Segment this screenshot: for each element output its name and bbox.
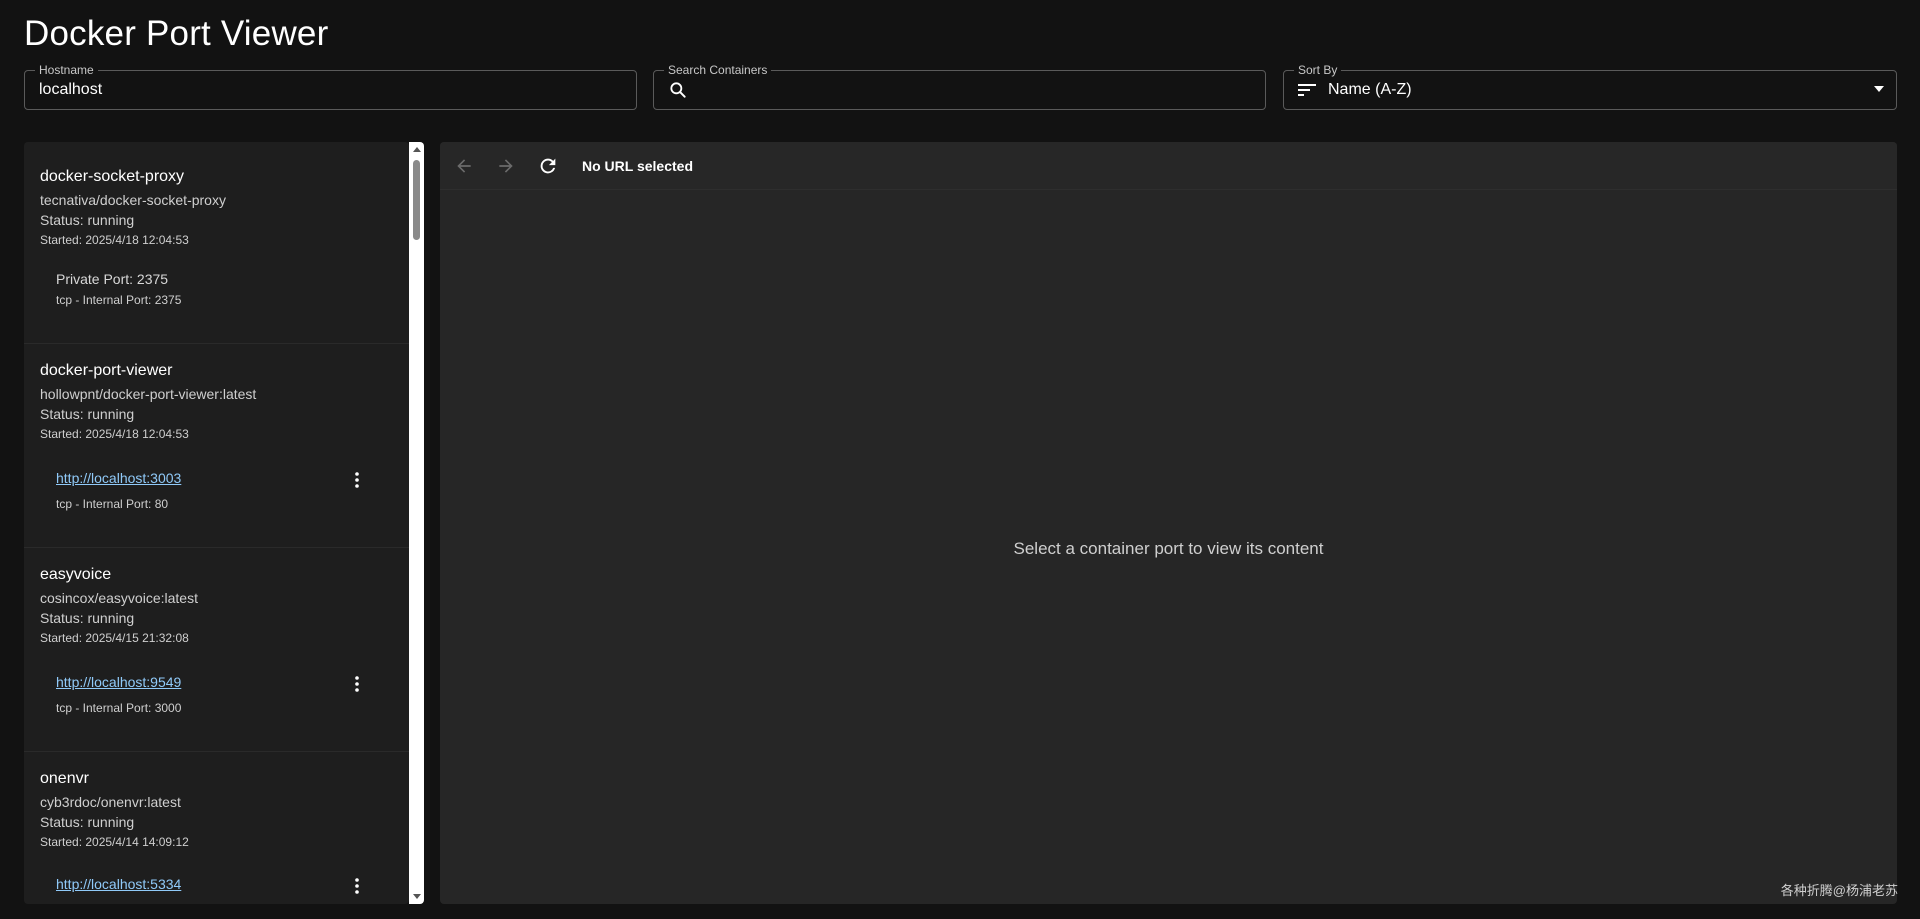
search-icon [668,80,688,100]
sort-select[interactable]: Sort By Name (A-Z) [1283,62,1897,110]
container-name: onenvr [40,770,89,787]
arrow-forward-icon[interactable] [494,154,518,178]
port-link[interactable]: http://localhost:3003 [56,470,181,486]
container-started: Started: 2025/4/14 14:09:12 [40,835,189,849]
watermark: 各种折腾@杨浦老苏 [1780,883,1898,898]
container-status: Status: running [40,406,135,422]
chevron-down-icon[interactable] [1874,86,1884,92]
port-internal: tcp - Internal Port: 3000 [56,701,182,715]
hostname-label: Hostname [35,62,98,78]
container-name: docker-socket-proxy [40,168,185,185]
container-started: Started: 2025/4/18 12:04:53 [40,427,189,441]
container-image: hollowpnt/docker-port-viewer:latest [40,386,257,402]
port-label: Private Port: 2375 [56,271,169,287]
sort-value: Name (A-Z) [1328,81,1412,98]
list-scrollbar[interactable] [409,142,424,904]
more-vert-icon[interactable] [345,874,369,898]
port-link[interactable]: http://localhost:5334 [56,876,181,892]
arrow-back-icon[interactable] [452,154,476,178]
scroll-up-icon[interactable] [413,147,421,152]
viewer-toolbar: No URL selected [440,142,1897,190]
container-started: Started: 2025/4/15 21:32:08 [40,631,189,645]
container-image: tecnativa/docker-socket-proxy [40,192,226,208]
container-card[interactable]: docker-socket-proxy tecnativa/docker-soc… [24,142,409,344]
more-vert-icon[interactable] [345,672,369,696]
container-status: Status: running [40,212,135,228]
sort-icon [1298,82,1318,98]
container-card[interactable]: docker-port-viewer hollowpnt/docker-port… [24,344,409,548]
container-name: easyvoice [40,566,112,583]
refresh-icon[interactable] [536,154,560,178]
container-status: Status: running [40,610,135,626]
search-field[interactable]: Search Containers [653,62,1266,110]
port-internal: tcp - Internal Port: 80 [56,497,169,511]
container-card[interactable]: onenvr cyb3rdoc/onenvr:latest Status: ru… [24,752,409,904]
container-status: Status: running [40,814,135,830]
container-image: cosincox/easyvoice:latest [40,590,198,606]
container-list: docker-socket-proxy tecnativa/docker-soc… [24,142,409,904]
container-name: docker-port-viewer [40,362,173,379]
sort-label: Sort By [1294,62,1342,78]
empty-state-message: Select a container port to view its cont… [1013,539,1324,558]
container-image: cyb3rdoc/onenvr:latest [40,794,181,810]
container-card[interactable]: easyvoice cosincox/easyvoice:latest Stat… [24,548,409,752]
content-viewer: No URL selected Select a container port … [440,142,1897,904]
search-label: Search Containers [664,62,772,78]
port-link[interactable]: http://localhost:9549 [56,674,181,690]
port-internal: tcp - Internal Port: 2375 [56,293,182,307]
container-started: Started: 2025/4/18 12:04:53 [40,233,189,247]
scroll-down-icon[interactable] [413,894,421,899]
current-url: No URL selected [582,158,693,174]
hostname-value[interactable]: localhost [39,81,102,99]
scrollbar-thumb[interactable] [413,160,420,240]
page-title: Docker Port Viewer [24,14,329,53]
hostname-field[interactable]: Hostname localhost [24,62,637,110]
app-root: Docker Port Viewer Hostname localhost Se… [0,0,1920,919]
more-vert-icon[interactable] [345,468,369,492]
